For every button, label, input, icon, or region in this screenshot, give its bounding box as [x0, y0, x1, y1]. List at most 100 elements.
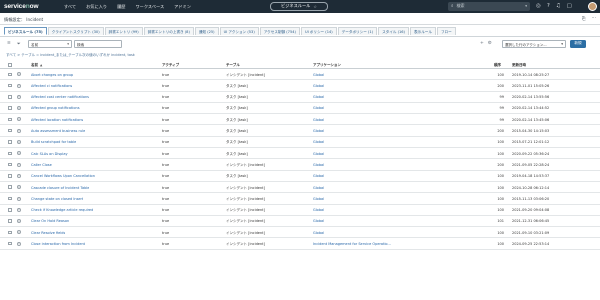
add-icon[interactable]: +: [480, 41, 484, 46]
nav-admin[interactable]: アドミン: [174, 4, 191, 10]
nav-workspaces[interactable]: ワークスペース: [135, 4, 164, 10]
table-row[interactable]: i Clear On Hold Reason true インシデント [inciden…: [0, 216, 600, 228]
nav-history[interactable]: 履歴: [117, 4, 125, 10]
table-row[interactable]: i Check if Knowledge article required true…: [0, 205, 600, 216]
nav-favorites[interactable]: お気に入り: [86, 4, 107, 10]
application-link[interactable]: Global: [313, 174, 324, 178]
row-checkbox[interactable]: [8, 208, 12, 212]
settings-icon[interactable]: ⚙: [488, 41, 492, 46]
global-search-box[interactable]: ⌕ 検索 ▾: [448, 2, 530, 11]
row-checkbox[interactable]: [8, 83, 12, 88]
rule-name-link[interactable]: Cancel Workflows Upon Cancellation: [31, 174, 95, 178]
info-icon[interactable]: i: [17, 185, 21, 190]
row-checkbox[interactable]: [8, 117, 12, 122]
rule-name-link[interactable]: Auto assessment business rule: [31, 129, 85, 133]
search-input[interactable]: 検索: [74, 40, 122, 48]
filter-breadcrumb[interactable]: すべて > テーブル = incident_または_テーブル次の値のいずれか i…: [6, 53, 135, 58]
table-row[interactable]: i Build scratchpad for table true タスク [task…: [0, 137, 600, 149]
info-icon[interactable]: i: [17, 72, 21, 77]
application-link[interactable]: Global: [313, 106, 324, 110]
table-row[interactable]: i Abort changes on group true インシデント [incid…: [0, 69, 600, 81]
info-icon[interactable]: i: [17, 241, 21, 246]
application-link[interactable]: Global: [313, 186, 324, 190]
row-checkbox[interactable]: [8, 174, 12, 178]
row-checkbox[interactable]: [8, 162, 12, 167]
servicenow-logo[interactable]: servicenow: [4, 3, 39, 10]
application-link[interactable]: Incident Management for Service Operatio…: [313, 242, 391, 246]
rule-name-link[interactable]: Check if Knowledge article required: [31, 208, 93, 212]
chevron-down-icon[interactable]: ▾: [525, 4, 527, 8]
chat-icon[interactable]: ▢: [567, 3, 572, 10]
column-header-updated[interactable]: 更新日時: [512, 63, 526, 68]
application-link[interactable]: Global: [313, 118, 324, 122]
info-icon[interactable]: i: [17, 94, 21, 99]
table-row[interactable]: i Cancel Workflows Upon Cancellation true タ…: [0, 171, 600, 182]
tab-notifications[interactable]: 通知 (25): [194, 27, 219, 35]
tab-dictionary-entries[interactable]: 辞書エントリ (99): [104, 27, 143, 35]
tab-styles[interactable]: スタイル (16): [378, 27, 409, 35]
table-row[interactable]: i Cascade closure of Incident Table true イン…: [0, 182, 600, 194]
avatar[interactable]: [588, 2, 597, 11]
table-row[interactable]: i Close interaction from Incident true インシデ…: [0, 238, 600, 250]
row-checkbox[interactable]: [8, 72, 12, 76]
rule-name-link[interactable]: Cascade closure of Incident Table: [31, 186, 89, 190]
table-row[interactable]: i Affected cost center notifications true タ…: [0, 92, 600, 103]
filter-icon[interactable]: ⏷: [17, 41, 21, 47]
row-checkbox[interactable]: [8, 185, 12, 189]
help-icon[interactable]: ?: [547, 3, 550, 10]
tab-access-controls[interactable]: アクセス制御 (754): [259, 27, 300, 35]
search-field-select[interactable]: 名前 ▾: [28, 40, 72, 48]
application-link[interactable]: Global: [313, 219, 324, 223]
table-row[interactable]: i Calc SLAs on Display true タスク [task] Globa…: [0, 148, 600, 160]
star-icon[interactable]: ☆: [313, 4, 317, 9]
row-checkbox[interactable]: [8, 230, 12, 235]
tab-ui-actions[interactable]: UI アクション (53): [219, 27, 259, 35]
tab-ui-policies[interactable]: UI ポリシー (14): [300, 27, 337, 35]
actions-select[interactable]: 選択した行のアクション... ▾: [502, 40, 566, 48]
bell-icon[interactable]: ♫: [556, 3, 561, 10]
rule-name-link[interactable]: Affected cost center notifications: [31, 95, 89, 99]
table-row[interactable]: i Auto assessment business rule true タスク [t…: [0, 125, 600, 137]
select-all-checkbox[interactable]: [8, 63, 12, 67]
row-checkbox[interactable]: [8, 219, 12, 223]
nav-all[interactable]: すべて: [64, 4, 76, 10]
info-icon[interactable]: i: [17, 117, 21, 122]
application-link[interactable]: Global: [313, 140, 324, 144]
table-row[interactable]: i Affected location notifications true タスク …: [0, 114, 600, 126]
row-checkbox[interactable]: [8, 106, 12, 110]
row-checkbox[interactable]: [8, 95, 12, 99]
context-title-pill[interactable]: ビジネスルール ☆: [270, 2, 328, 11]
tab-view-rules[interactable]: 表示ルール: [409, 27, 436, 35]
more-icon[interactable]: ⋯: [592, 16, 597, 22]
table-row[interactable]: i Clear Resolve fields true インシデント [inciden…: [0, 227, 600, 239]
tab-business-rules[interactable]: ビジネスルール (75): [4, 27, 47, 35]
tab-flows[interactable]: フロー: [436, 27, 456, 35]
table-row[interactable]: i Affected ci notifications true タスク [task]…: [0, 80, 600, 92]
hamburger-icon[interactable]: ≡: [7, 41, 11, 46]
application-link[interactable]: Global: [313, 208, 324, 212]
application-link[interactable]: Global: [313, 84, 324, 88]
application-link[interactable]: Global: [313, 163, 324, 167]
attachment-icon[interactable]: ⎘: [582, 16, 586, 22]
application-link[interactable]: Global: [313, 95, 324, 99]
application-link[interactable]: Global: [313, 197, 324, 201]
column-header-application[interactable]: アプリケーション: [313, 63, 341, 68]
row-checkbox[interactable]: [8, 241, 12, 246]
info-icon[interactable]: i: [17, 106, 21, 111]
application-link[interactable]: Global: [313, 129, 324, 133]
column-header-name[interactable]: 名前 ▲: [31, 63, 42, 68]
application-link[interactable]: Global: [313, 152, 324, 156]
tab-client-scripts[interactable]: クライアントスクリプト (30): [47, 27, 104, 35]
rule-name-link[interactable]: Calc SLAs on Display: [31, 152, 68, 156]
tab-dictionary-overrides[interactable]: 辞書エントリの上書き (8): [143, 27, 194, 35]
row-checkbox[interactable]: [8, 140, 12, 144]
row-checkbox[interactable]: [8, 196, 12, 201]
info-icon[interactable]: i: [17, 162, 21, 167]
globe-icon[interactable]: ◎: [536, 3, 541, 10]
info-icon[interactable]: i: [17, 128, 21, 133]
table-row[interactable]: i Change state on closed Insert true インシデント…: [0, 193, 600, 205]
rule-name-link[interactable]: Affected ci notifications: [31, 84, 72, 88]
row-checkbox[interactable]: [8, 151, 12, 156]
table-row[interactable]: i Caller Close true インシデント [incident] Global…: [0, 159, 600, 171]
rule-name-link[interactable]: Affected location notifications: [31, 118, 83, 122]
